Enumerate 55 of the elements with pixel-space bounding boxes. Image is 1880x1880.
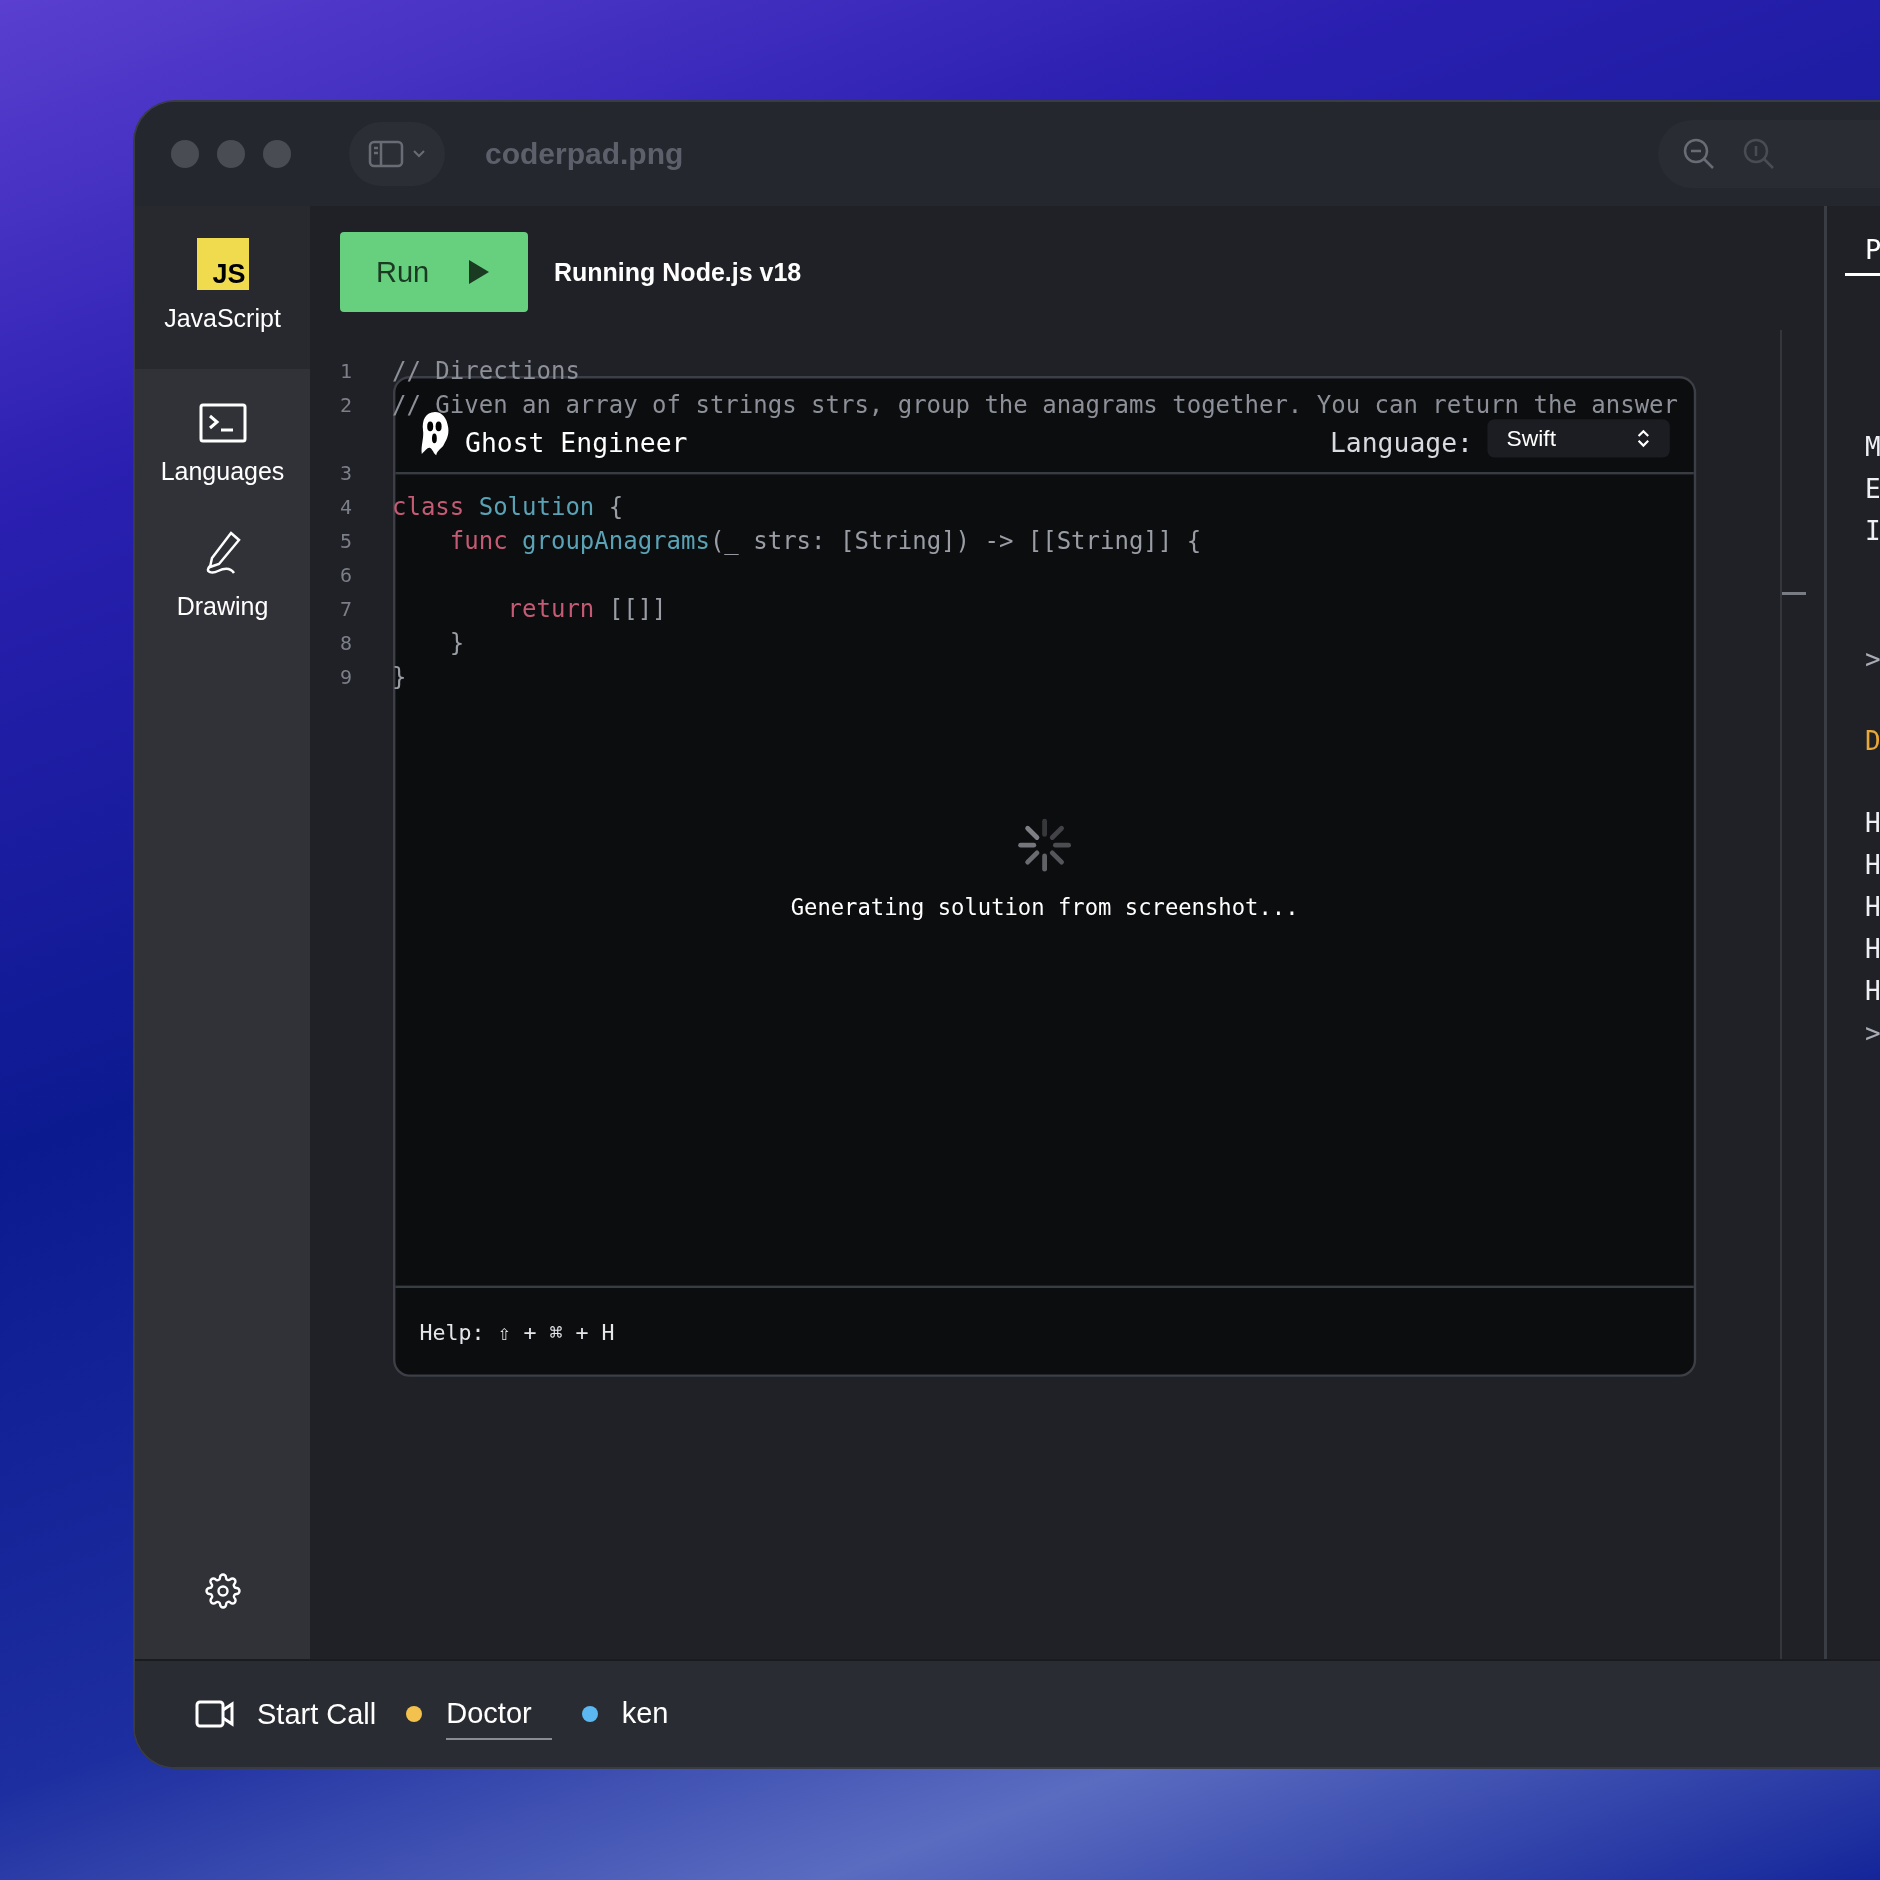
line-number: 9 [340, 664, 354, 691]
console-line: H [1864, 807, 1880, 840]
code-line: } [448, 628, 465, 659]
code-line: // Directions [392, 356, 580, 387]
up-down-chevron-icon [1636, 427, 1651, 450]
console-line: H [1864, 849, 1880, 882]
line-number: 5 [340, 528, 354, 555]
spinner-icon [1017, 817, 1073, 873]
line-number: 3 [340, 460, 354, 487]
line-number: 2 [340, 392, 354, 419]
sidebar-item[interactable]: Languages [135, 369, 310, 496]
console-line: D [1864, 725, 1880, 758]
console-line: H [1864, 975, 1880, 1008]
panel-title: Ghost Engineer [465, 427, 688, 458]
console-line: H [1864, 933, 1880, 966]
window-title: coderpad.png [485, 137, 684, 171]
line-number: 6 [340, 562, 354, 589]
console-line: I [1864, 515, 1880, 548]
console-line: E [1864, 473, 1880, 506]
language-label: Language: [1329, 427, 1473, 458]
language-select[interactable]: Swift [1487, 419, 1670, 458]
panel-tab[interactable]: P [1845, 234, 1880, 276]
console-line: M [1864, 431, 1880, 464]
status-text: Generating solution from screenshot... [790, 893, 1299, 919]
code-line: } [392, 662, 407, 693]
run-button[interactable]: Run [340, 232, 528, 312]
terminal-icon [198, 403, 247, 443]
zoom-in-icon[interactable] [1742, 137, 1776, 171]
console-line: H [1864, 891, 1880, 924]
code-line: // Given an array of strings strs, group the anagrams together. You can return the answer [392, 390, 1678, 421]
runtime-label: Running Node.js v18 [554, 257, 802, 287]
participant-tab[interactable]: Doctor [446, 1696, 552, 1740]
minimize-button[interactable] [217, 140, 245, 168]
line-number: 8 [340, 630, 354, 657]
line-number: 1 [340, 358, 354, 385]
sidebar-icon [368, 140, 404, 168]
settings-icon[interactable] [204, 1573, 241, 1609]
chevron-down-icon [412, 149, 426, 159]
line-number: 4 [340, 494, 354, 521]
start-call-button[interactable]: Start Call [195, 1697, 377, 1731]
code-line: class Solution { [392, 492, 624, 523]
console-line: > [1864, 643, 1880, 676]
maximize-button[interactable] [263, 140, 291, 168]
console-line: > [1864, 1017, 1880, 1050]
code-line: func groupAnagrams(_ strs: [String]) -> [[String]] { [448, 526, 1202, 557]
participant-tab[interactable]: ken [621, 1696, 669, 1740]
video-camera-icon [195, 1700, 235, 1728]
javascript-logo: JS [196, 238, 249, 290]
code-line: return [[]] [506, 594, 667, 625]
play-icon [468, 259, 490, 285]
zoom-out-icon[interactable] [1682, 137, 1716, 171]
sidebar-item[interactable]: Drawing [135, 496, 310, 631]
help-shortcut: Help: ⇧ + ⌘ + H [419, 1318, 615, 1344]
line-number: 7 [340, 596, 354, 623]
close-button[interactable] [171, 140, 199, 168]
